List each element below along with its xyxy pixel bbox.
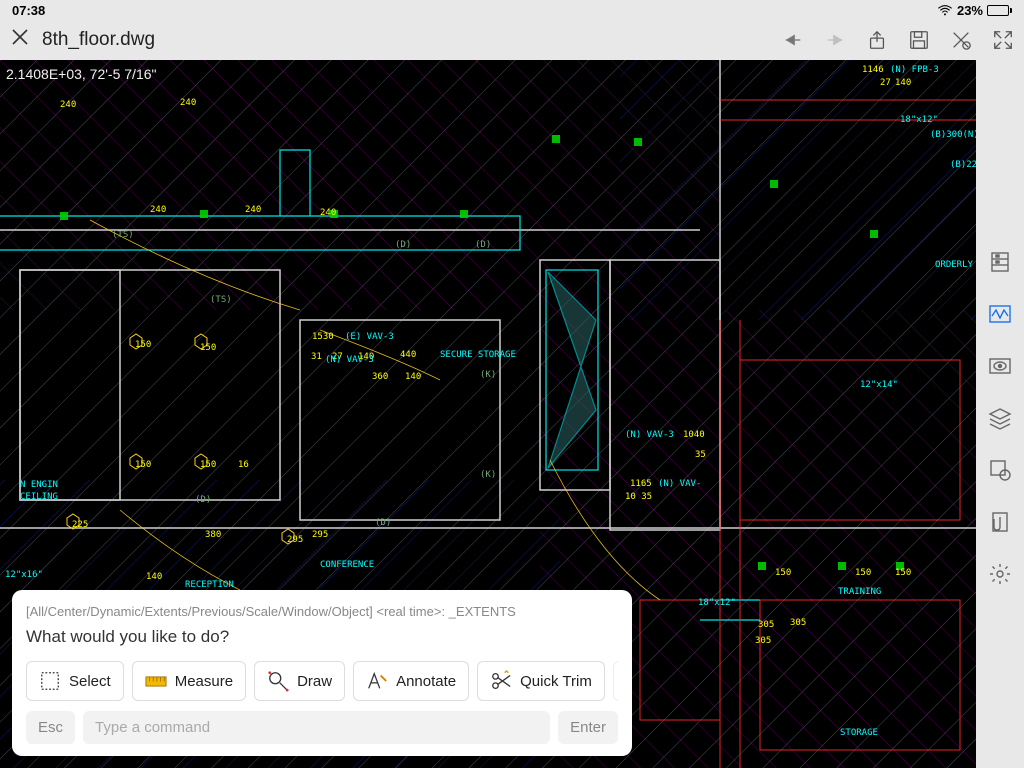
draw-icon	[267, 670, 289, 692]
close-icon[interactable]	[10, 27, 30, 53]
tool-annotate[interactable]: Annotate	[353, 661, 469, 701]
redo-icon[interactable]	[824, 29, 846, 51]
command-prompt: What would you like to do?	[26, 627, 618, 647]
tool-select[interactable]: Select	[26, 661, 124, 701]
tool-draw[interactable]: Draw	[254, 661, 345, 701]
wifi-icon	[937, 4, 953, 16]
layers-icon[interactable]	[988, 406, 1012, 430]
waveform-icon[interactable]	[988, 302, 1012, 326]
enter-key[interactable]: Enter	[558, 711, 618, 744]
blocks-icon[interactable]	[988, 250, 1012, 274]
object-props-icon[interactable]	[988, 458, 1012, 482]
save-icon[interactable]	[908, 29, 930, 51]
battery-icon	[987, 5, 1012, 16]
visibility-icon[interactable]	[988, 354, 1012, 378]
right-toolbar	[976, 60, 1024, 768]
file-name: 8th_floor.dwg	[42, 29, 155, 51]
coordinate-readout: 2.1408E+03, 72'-5 7/16"	[6, 66, 157, 82]
title-bar: 8th_floor.dwg	[0, 20, 1024, 60]
status-time: 07:38	[12, 3, 45, 18]
esc-key[interactable]: Esc	[26, 711, 75, 744]
command-input[interactable]	[83, 711, 550, 744]
tool-measure[interactable]: Measure	[132, 661, 246, 701]
undo-icon[interactable]	[782, 29, 804, 51]
select-icon	[39, 670, 61, 692]
tool-row: Select Measure Draw Annotate Quick Trim	[26, 661, 618, 701]
settings-icon[interactable]	[988, 562, 1012, 586]
status-bar: 07:38 23%	[0, 0, 1024, 20]
command-panel: [All/Center/Dynamic/Extents/Previous/Sca…	[12, 590, 632, 756]
command-history: [All/Center/Dynamic/Extents/Previous/Sca…	[26, 604, 618, 619]
drawing-canvas[interactable]: 2.1408E+03, 72'-5 7/16"	[0, 60, 976, 768]
tool-quick-trim[interactable]: Quick Trim	[477, 661, 605, 701]
battery-percent: 23%	[957, 3, 983, 18]
cross-measure-icon[interactable]	[950, 29, 972, 51]
tool-more[interactable]	[613, 661, 618, 701]
ruler-icon	[145, 670, 167, 692]
annotate-icon	[366, 670, 388, 692]
attach-icon[interactable]	[988, 510, 1012, 534]
share-icon[interactable]	[866, 29, 888, 51]
scissors-icon	[490, 670, 512, 692]
fullscreen-icon[interactable]	[992, 29, 1014, 51]
